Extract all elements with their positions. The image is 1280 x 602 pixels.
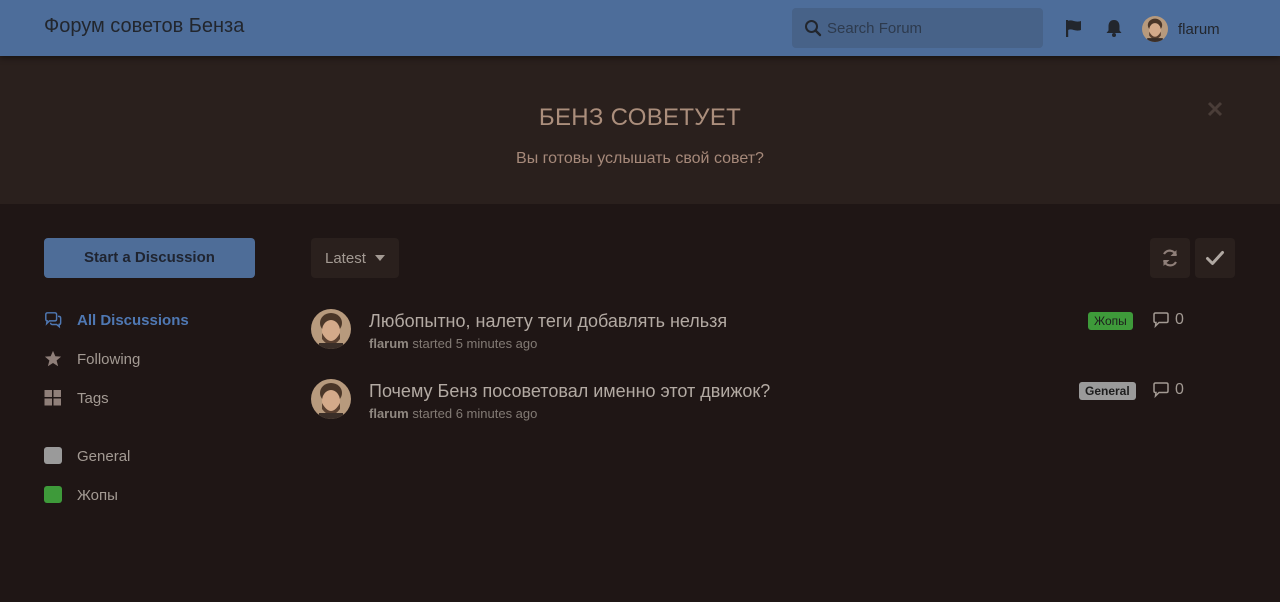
discussion-title[interactable]: Почему Бенз посоветовал именно этот движ… (369, 381, 770, 402)
tags-grid-icon (44, 390, 61, 406)
author-avatar[interactable] (311, 309, 351, 349)
reply-count-value: 0 (1175, 381, 1184, 398)
sidebar-item-tags[interactable]: Tags (44, 386, 264, 410)
sidebar-item-label: Following (77, 351, 141, 368)
sidebar-item-following[interactable]: Following (44, 347, 264, 371)
hero-subtitle: Вы готовы услышать свой совет? (516, 150, 764, 167)
sidebar-item-label: All Discussions (77, 312, 189, 329)
sidebar-tag-label: Жопы (77, 487, 118, 504)
author-avatar[interactable] (311, 379, 351, 419)
search-placeholder: Search Forum (827, 20, 923, 37)
discussion-author[interactable]: flarum (369, 406, 409, 421)
discussion-meta: flarum started 6 minutes ago (369, 406, 537, 421)
sort-label: Latest (325, 250, 366, 267)
discussion-item[interactable]: Почему Бенз посоветовал именно этот движ… (311, 379, 1191, 427)
mark-all-read-button[interactable] (1195, 238, 1235, 278)
discussion-author[interactable]: flarum (369, 336, 409, 351)
close-icon[interactable] (1206, 100, 1224, 118)
reply-count: 0 (1152, 380, 1192, 400)
star-icon (44, 350, 62, 367)
comments-icon (45, 312, 62, 329)
site-title[interactable]: Форум советов Бенза (44, 15, 244, 38)
search-icon (805, 20, 822, 37)
discussion-time: started 5 minutes ago (412, 336, 538, 351)
check-icon (1206, 251, 1224, 265)
sidebar-tag-zhopy[interactable]: Жопы (44, 483, 264, 507)
caret-down-icon (375, 255, 385, 261)
sidebar-item-all-discussions[interactable]: All Discussions (44, 308, 264, 332)
sidebar-item-label: Tags (77, 390, 109, 407)
hero-title: БЕНЗ СОВЕТУЕТ (538, 104, 742, 131)
flag-icon[interactable] (1064, 18, 1084, 38)
start-discussion-button[interactable]: Start a Discussion (44, 238, 255, 278)
tag-color-swatch (44, 486, 62, 503)
top-header: Форум советов Бенза Search Forum flarum (0, 0, 1280, 56)
discussion-meta: flarum started 5 minutes ago (369, 336, 537, 351)
refresh-icon (1162, 249, 1178, 267)
comment-icon (1153, 312, 1169, 328)
tag-badge[interactable]: Жопы (1088, 312, 1133, 330)
tag-color-swatch (44, 447, 62, 464)
discussion-time: started 6 minutes ago (412, 406, 538, 421)
search-input[interactable]: Search Forum (792, 8, 1043, 48)
refresh-button[interactable] (1150, 238, 1190, 278)
comment-icon (1153, 382, 1169, 398)
discussion-title[interactable]: Любопытно, налету теги добавлять нельзя (369, 311, 727, 332)
sort-dropdown[interactable]: Latest (311, 238, 399, 278)
welcome-hero: БЕНЗ СОВЕТУЕТ Вы готовы услышать свой со… (0, 56, 1280, 204)
bell-icon[interactable] (1104, 18, 1124, 38)
user-avatar[interactable] (1142, 16, 1168, 42)
sidebar-tag-label: General (77, 448, 131, 465)
discussion-item[interactable]: Любопытно, налету теги добавлять нельзя … (311, 309, 1191, 357)
reply-count: 0 (1152, 310, 1192, 330)
reply-count-value: 0 (1175, 311, 1184, 328)
tag-badge[interactable]: General (1079, 382, 1136, 400)
sidebar-tag-general[interactable]: General (44, 444, 264, 468)
user-name[interactable]: flarum (1178, 21, 1220, 38)
